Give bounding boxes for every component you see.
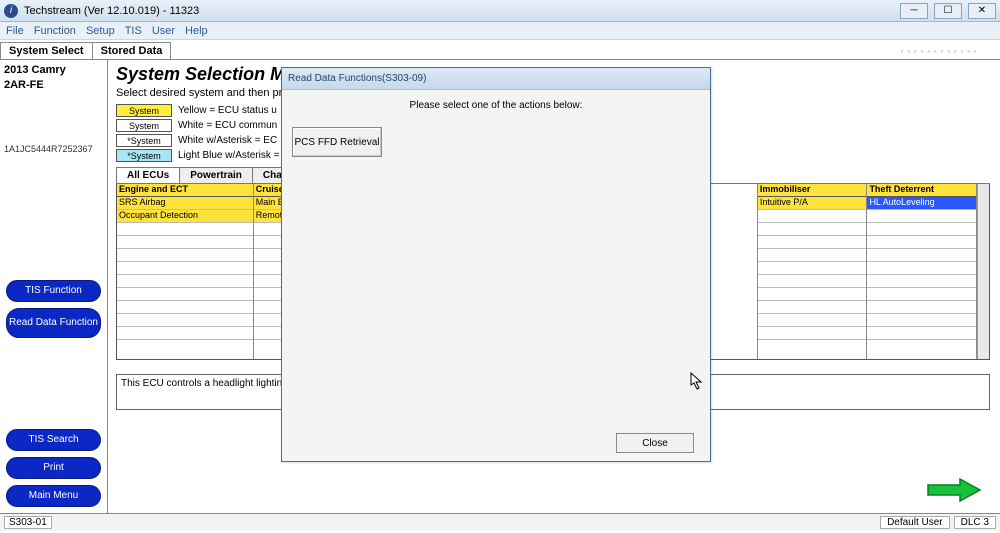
status-code: S303-01 bbox=[4, 516, 52, 529]
tab-all-ecus[interactable]: All ECUs bbox=[116, 167, 180, 183]
tis-search-button[interactable]: TIS Search bbox=[6, 429, 101, 451]
print-button[interactable]: Print bbox=[6, 457, 101, 479]
dialog-titlebar: Read Data Functions(S303-09) bbox=[282, 68, 710, 90]
vehicle-engine: 2AR-FE bbox=[4, 79, 103, 92]
grid-header[interactable]: Theft Deterrent bbox=[867, 184, 976, 197]
next-arrow-button[interactable] bbox=[926, 477, 982, 503]
menu-function[interactable]: Function bbox=[34, 25, 76, 37]
legend-yellow-swatch: System bbox=[116, 104, 172, 117]
grid-header[interactable]: Engine and ECT bbox=[117, 184, 253, 197]
tis-function-button[interactable]: TIS Function bbox=[6, 280, 101, 302]
menu-user[interactable]: User bbox=[152, 25, 175, 37]
left-sidebar: 2013 Camry 2AR-FE 1A1JC5444R7252367 TIS … bbox=[0, 60, 108, 513]
legend-white-asterisk-text: White w/Asterisk = EC bbox=[178, 135, 277, 146]
main-menu-button[interactable]: Main Menu bbox=[6, 485, 101, 507]
close-window-button[interactable]: ✕ bbox=[968, 3, 996, 19]
tab-system-select[interactable]: System Select bbox=[0, 42, 93, 59]
vehicle-model: 2013 Camry bbox=[4, 64, 103, 77]
read-data-function-button[interactable]: Read Data Function bbox=[6, 308, 101, 338]
status-user: Default User bbox=[880, 516, 950, 529]
pcs-ffd-retrieval-button[interactable]: PCS FFD Retrieval bbox=[292, 127, 382, 157]
arrow-right-icon bbox=[926, 477, 982, 503]
legend-white-asterisk-swatch: *System bbox=[116, 134, 172, 147]
tab-powertrain[interactable]: Powertrain bbox=[179, 167, 253, 183]
grid-header[interactable]: Immobiliser bbox=[758, 184, 867, 197]
window-title: Techstream (Ver 12.10.019) - 11323 bbox=[24, 5, 199, 17]
grid-cell[interactable]: SRS Airbag bbox=[117, 197, 253, 210]
vehicle-vin: 1A1JC5444R7252367 bbox=[4, 144, 103, 154]
legend-white-text: White = ECU commun bbox=[178, 120, 277, 131]
legend-white-swatch: System bbox=[116, 119, 172, 132]
tab-stored-data[interactable]: Stored Data bbox=[92, 42, 172, 59]
legend-yellow-text: Yellow = ECU status u bbox=[178, 105, 277, 116]
menu-help[interactable]: Help bbox=[185, 25, 208, 37]
grid-cell[interactable]: Intuitive P/A bbox=[758, 197, 867, 210]
dialog-message: Please select one of the actions below: bbox=[292, 100, 700, 111]
status-bar: S303-01 Default User DLC 3 bbox=[0, 513, 1000, 531]
app-icon: i bbox=[4, 4, 18, 18]
dialog-close-button[interactable]: Close bbox=[616, 433, 694, 453]
watermark: ············ bbox=[900, 43, 980, 59]
status-dlc: DLC 3 bbox=[954, 516, 996, 529]
main-tabs: System Select Stored Data bbox=[0, 40, 1000, 60]
menubar: File Function Setup TIS User Help bbox=[0, 22, 1000, 40]
legend-blue-asterisk-text: Light Blue w/Asterisk = bbox=[178, 150, 279, 161]
grid-scrollbar[interactable] bbox=[977, 184, 989, 359]
grid-cell-selected[interactable]: HL AutoLeveling bbox=[867, 197, 976, 210]
legend-blue-asterisk-swatch: *System bbox=[116, 149, 172, 162]
read-data-dialog: Read Data Functions(S303-09) Please sele… bbox=[281, 67, 711, 462]
maximize-button[interactable]: ☐ bbox=[934, 3, 962, 19]
menu-tis[interactable]: TIS bbox=[125, 25, 142, 37]
window-titlebar: i Techstream (Ver 12.10.019) - 11323 ─ ☐… bbox=[0, 0, 1000, 22]
minimize-button[interactable]: ─ bbox=[900, 3, 928, 19]
menu-file[interactable]: File bbox=[6, 25, 24, 37]
grid-cell[interactable]: Occupant Detection bbox=[117, 210, 253, 223]
menu-setup[interactable]: Setup bbox=[86, 25, 115, 37]
